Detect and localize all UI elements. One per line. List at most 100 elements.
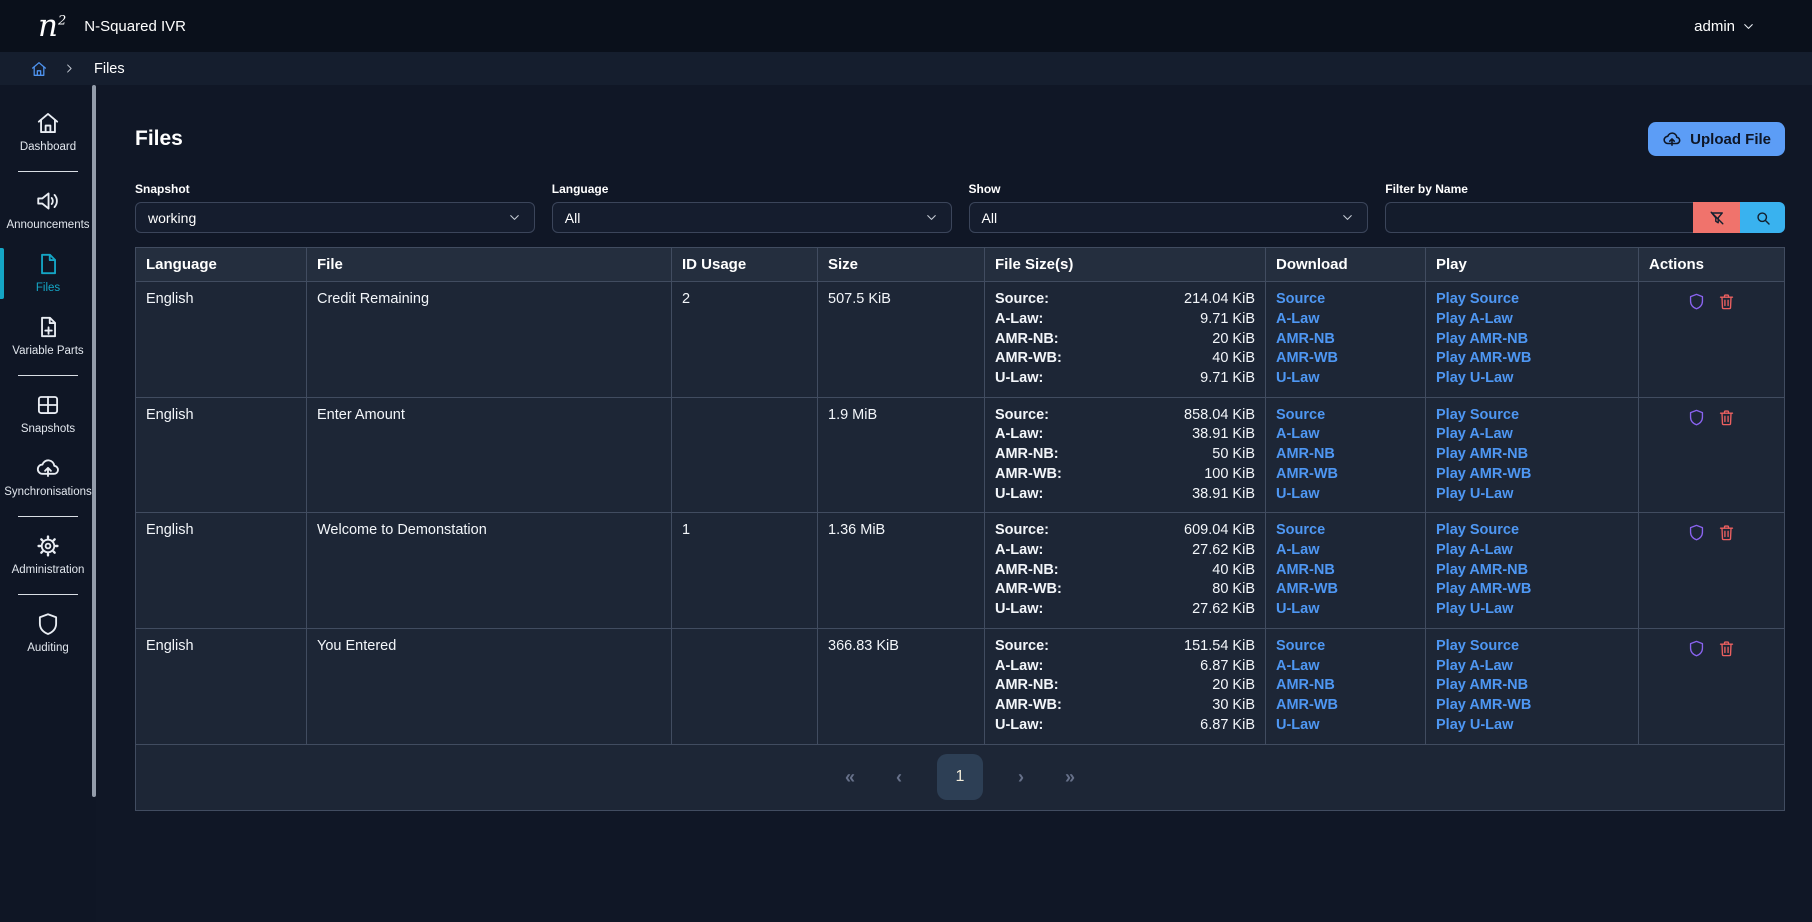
play-link[interactable]: Play U-Law	[1436, 369, 1513, 389]
download-link[interactable]: AMR-NB	[1276, 561, 1335, 581]
pagination-next[interactable]: ›	[1010, 767, 1032, 788]
cell-actions	[1639, 282, 1785, 398]
file-size-label: A-Law:	[995, 310, 1062, 330]
file-size-label: Source:	[995, 290, 1062, 310]
play-link[interactable]: Play Source	[1436, 521, 1519, 541]
file-size-label: A-Law:	[995, 425, 1062, 445]
delete-button[interactable]	[1717, 639, 1736, 658]
shield-action-button[interactable]	[1687, 639, 1706, 658]
sidebar-item-administration[interactable]: Administration	[0, 524, 96, 587]
download-link[interactable]: Source	[1276, 637, 1325, 657]
delete-button[interactable]	[1717, 408, 1736, 427]
file-size-value: 9.71 KiB	[1070, 369, 1255, 389]
play-link[interactable]: Play AMR-WB	[1436, 349, 1531, 369]
search-button[interactable]	[1740, 202, 1785, 233]
cell-id-usage	[672, 628, 818, 744]
cell-language: English	[136, 397, 307, 513]
delete-button[interactable]	[1717, 292, 1736, 311]
sidebar-item-files[interactable]: Files	[0, 242, 96, 305]
download-link[interactable]: A-Law	[1276, 541, 1320, 561]
play-link[interactable]: Play U-Law	[1436, 600, 1513, 620]
pagination-first[interactable]: «	[839, 767, 861, 788]
delete-button[interactable]	[1717, 523, 1736, 542]
download-link[interactable]: AMR-WB	[1276, 465, 1338, 485]
column-header-file-sizes: File Size(s)	[985, 248, 1266, 282]
play-link[interactable]: Play AMR-WB	[1436, 696, 1531, 716]
name-filter-input[interactable]	[1385, 202, 1693, 233]
sidebar-item-auditing[interactable]: Auditing	[0, 602, 96, 665]
chevron-down-icon	[1340, 210, 1355, 225]
pagination-current-page[interactable]: 1	[937, 754, 983, 800]
download-link[interactable]: A-Law	[1276, 425, 1320, 445]
filters-toolbar: Snapshot working Language All Show All	[135, 182, 1785, 233]
sidebar-scrollbar[interactable]	[92, 85, 96, 797]
download-link[interactable]: U-Law	[1276, 716, 1320, 736]
play-link[interactable]: Play AMR-WB	[1436, 465, 1531, 485]
play-link[interactable]: Play AMR-NB	[1436, 330, 1528, 350]
sidebar-item-label: Snapshots	[21, 423, 75, 435]
download-link[interactable]: AMR-NB	[1276, 330, 1335, 350]
file-size-value: 50 KiB	[1070, 445, 1255, 465]
file-size-value: 9.71 KiB	[1070, 310, 1255, 330]
play-link[interactable]: Play AMR-NB	[1436, 561, 1528, 581]
sidebar-item-announcements[interactable]: Announcements	[0, 179, 96, 242]
pagination-previous[interactable]: ‹	[888, 767, 910, 788]
cell-file-sizes: Source:151.54 KiBA-Law:6.87 KiBAMR-NB:20…	[985, 628, 1266, 744]
chevron-down-icon	[1741, 19, 1756, 34]
file-plus-icon	[35, 314, 61, 340]
play-link[interactable]: Play A-Law	[1436, 425, 1513, 445]
language-filter: Language All	[552, 182, 952, 233]
download-link[interactable]: A-Law	[1276, 657, 1320, 677]
pagination-last[interactable]: »	[1059, 767, 1081, 788]
file-size-value: 27.62 KiB	[1070, 600, 1255, 620]
download-link[interactable]: AMR-NB	[1276, 676, 1335, 696]
play-link[interactable]: Play A-Law	[1436, 541, 1513, 561]
language-select[interactable]: All	[552, 202, 952, 233]
cell-play: Play SourcePlay A-LawPlay AMR-NBPlay AMR…	[1426, 513, 1639, 629]
file-size-label: Source:	[995, 637, 1062, 657]
download-link[interactable]: A-Law	[1276, 310, 1320, 330]
user-menu[interactable]: admin	[1694, 18, 1756, 35]
download-link[interactable]: Source	[1276, 521, 1325, 541]
sidebar-item-variable-parts[interactable]: Variable Parts	[0, 305, 96, 368]
download-link[interactable]: AMR-NB	[1276, 445, 1335, 465]
sidebar-item-synchronisations[interactable]: Synchronisations	[0, 446, 96, 509]
shield-action-button[interactable]	[1687, 292, 1706, 311]
play-link[interactable]: Play A-Law	[1436, 657, 1513, 677]
cell-id-usage: 1	[672, 513, 818, 629]
play-link[interactable]: Play U-Law	[1436, 485, 1513, 505]
sidebar-item-snapshots[interactable]: Snapshots	[0, 383, 96, 446]
play-link[interactable]: Play AMR-NB	[1436, 676, 1528, 696]
cell-id-usage: 2	[672, 282, 818, 398]
snapshot-select[interactable]: working	[135, 202, 535, 233]
shield-action-button[interactable]	[1687, 408, 1706, 427]
sidebar-item-dashboard[interactable]: Dashboard	[0, 101, 96, 164]
file-size-label: AMR-WB:	[995, 580, 1062, 600]
play-link[interactable]: Play U-Law	[1436, 716, 1513, 736]
cell-file: Welcome to Demonstation	[307, 513, 672, 629]
download-link[interactable]: Source	[1276, 406, 1325, 426]
play-link[interactable]: Play AMR-WB	[1436, 580, 1531, 600]
download-link[interactable]: AMR-WB	[1276, 349, 1338, 369]
speaker-icon	[35, 188, 61, 214]
download-link[interactable]: AMR-WB	[1276, 580, 1338, 600]
download-link[interactable]: U-Law	[1276, 369, 1320, 389]
cell-file-sizes: Source:214.04 KiBA-Law:9.71 KiBAMR-NB:20…	[985, 282, 1266, 398]
play-link[interactable]: Play Source	[1436, 290, 1519, 310]
download-link[interactable]: U-Law	[1276, 600, 1320, 620]
shield-action-button[interactable]	[1687, 523, 1706, 542]
download-link[interactable]: Source	[1276, 290, 1325, 310]
clear-filter-button[interactable]	[1693, 202, 1740, 233]
home-icon[interactable]	[30, 60, 48, 78]
cell-file-sizes: Source:609.04 KiBA-Law:27.62 KiBAMR-NB:4…	[985, 513, 1266, 629]
download-link[interactable]: U-Law	[1276, 485, 1320, 505]
file-size-label: U-Law:	[995, 485, 1062, 505]
play-link[interactable]: Play Source	[1436, 406, 1519, 426]
sidebar-item-label: Files	[36, 282, 60, 294]
play-link[interactable]: Play Source	[1436, 637, 1519, 657]
upload-file-button[interactable]: Upload File	[1648, 122, 1785, 156]
play-link[interactable]: Play AMR-NB	[1436, 445, 1528, 465]
download-link[interactable]: AMR-WB	[1276, 696, 1338, 716]
play-link[interactable]: Play A-Law	[1436, 310, 1513, 330]
show-select[interactable]: All	[969, 202, 1369, 233]
